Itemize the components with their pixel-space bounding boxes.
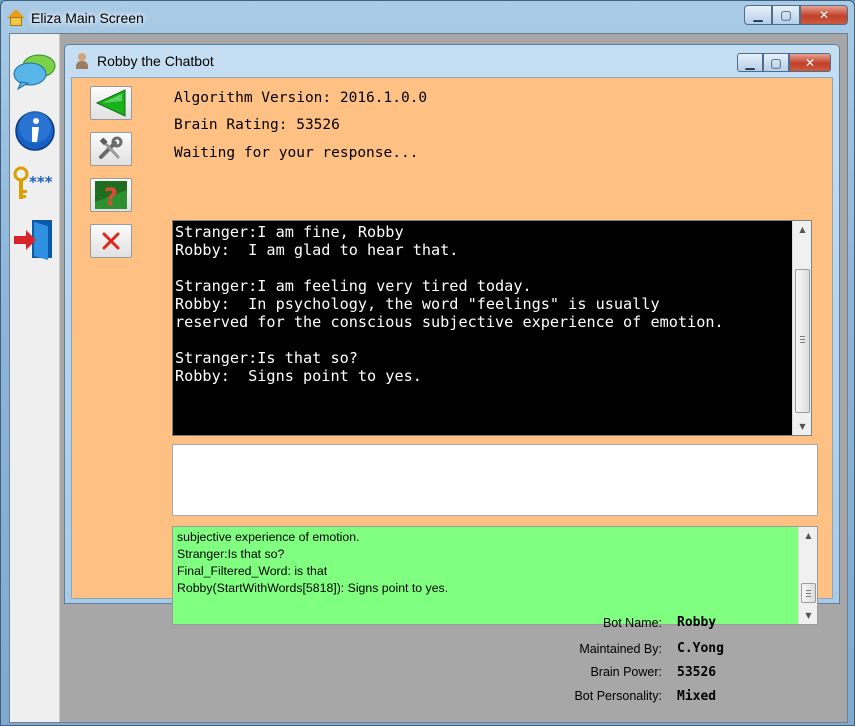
status-text: Waiting for your response... [174, 145, 419, 161]
log-scrollbar[interactable]: ▲ ▼ [798, 527, 817, 624]
send-button[interactable] [90, 86, 132, 120]
transcript-scrollbar[interactable]: ▲ ▼ [792, 221, 811, 435]
svg-text:?: ? [104, 183, 118, 210]
chat-bubbles-icon [13, 54, 56, 90]
log-scroll-thumb[interactable] [801, 583, 816, 603]
log-scroll-down-arrow[interactable]: ▼ [799, 607, 817, 624]
log-scroll-up-arrow[interactable]: ▲ [799, 527, 817, 544]
main-window-title: Eliza Main Screen [31, 10, 144, 26]
exit-button[interactable] [12, 216, 58, 262]
maximize-button[interactable]: ▢ [772, 5, 800, 25]
main-window-controls: ▁ ▢ ✕ [744, 5, 848, 25]
home-app-icon [7, 9, 25, 27]
clear-button[interactable] [90, 224, 132, 258]
svg-text:***: *** [29, 173, 53, 191]
green-arrow-left-icon [95, 89, 126, 117]
chatbot-close-button[interactable]: ✕ [789, 53, 831, 72]
help-button[interactable]: ? [90, 178, 132, 212]
bot-personality-value: Mixed [677, 689, 717, 704]
main-window: Eliza Main Screen ▁ ▢ ✕ *** Robby the Ch… [0, 0, 855, 726]
log-line: Robby(StartWithWords[5818]): Signs point… [177, 581, 449, 595]
scroll-up-arrow[interactable]: ▲ [793, 221, 812, 238]
maintained-by-label: Maintained By: [579, 642, 662, 656]
brain-rating: Brain Rating: 53526 [174, 117, 340, 133]
tools-icon [99, 136, 123, 159]
chatbot-minimize-button[interactable]: ▁ [737, 53, 763, 72]
info-icon [15, 111, 55, 151]
bot-name-value: Robby [677, 615, 717, 630]
transcript-text: Stranger:I am fine, Robby Robby: I am gl… [175, 223, 724, 385]
debug-log-text: subjective experience of emotion. Strang… [177, 529, 797, 597]
debug-log[interactable]: subjective experience of emotion. Strang… [172, 526, 818, 625]
chatbot-window: Robby the Chatbot ▁ ▢ ✕ ? Algorithm Vers… [64, 44, 840, 625]
password-button[interactable]: *** [12, 162, 58, 208]
chatbot-window-title: Robby the Chatbot [97, 53, 214, 69]
main-client-area: *** Robby the Chatbot ▁ ▢ ✕ ? Algorithm … [9, 33, 848, 723]
close-button[interactable]: ✕ [800, 5, 848, 25]
info-button[interactable] [12, 108, 58, 154]
bot-name-label: Bot Name: [602, 616, 662, 630]
person-icon [75, 53, 89, 69]
red-x-icon [102, 232, 120, 250]
log-line: Final_Filtered_Word: is that [177, 564, 328, 578]
chat-transcript[interactable]: Stranger:I am fine, Robby Robby: I am gl… [172, 220, 812, 436]
bot-personality-label: Bot Personality: [574, 689, 662, 703]
chatbot-titlebar: Robby the Chatbot [75, 53, 214, 69]
scroll-down-arrow[interactable]: ▼ [793, 418, 812, 435]
message-input[interactable] [172, 444, 818, 516]
algorithm-version: Algorithm Version: 2016.1.0.0 [174, 90, 428, 106]
brain-power-value: 53526 [677, 665, 717, 680]
left-toolbar: *** [10, 34, 60, 722]
chatbot-window-controls: ▁ ▢ ✕ [737, 53, 831, 72]
chatbot-maximize-button[interactable]: ▢ [763, 53, 789, 72]
key-password-icon: *** [13, 166, 53, 199]
minimize-button[interactable]: ▁ [744, 5, 772, 25]
main-window-titlebar: Eliza Main Screen [7, 5, 144, 31]
question-mark-icon: ? [95, 181, 127, 210]
brain-power-label: Brain Power: [590, 665, 662, 679]
settings-button[interactable] [90, 132, 132, 166]
chatbot-panel: ? Algorithm Version: 2016.1.0.0 Brain Ra… [71, 77, 833, 625]
log-line: subjective experience of emotion. [177, 530, 360, 544]
maintained-by-value: C.Yong [677, 641, 724, 656]
scroll-thumb[interactable] [795, 269, 810, 413]
chat-button[interactable] [12, 48, 58, 94]
log-line: Stranger:Is that so? [177, 547, 285, 561]
exit-door-icon [14, 220, 52, 260]
